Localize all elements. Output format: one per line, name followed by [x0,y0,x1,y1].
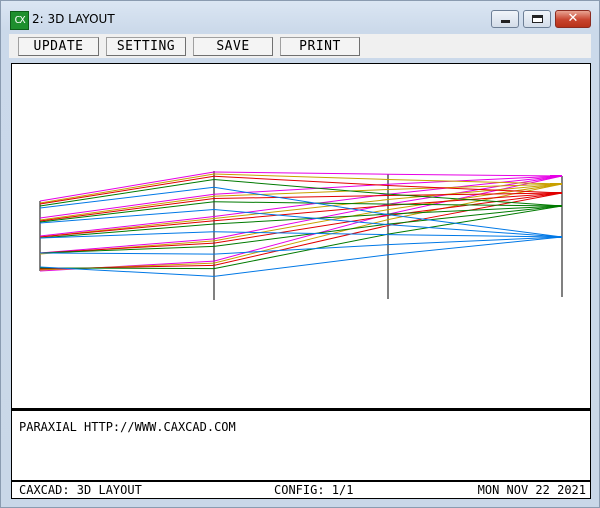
ray-segment [213,219,389,264]
minimize-button[interactable] [491,10,519,28]
minimize-icon [501,20,510,23]
ray-segment [213,179,389,195]
app-window: CX 2: 3D LAYOUT ✕ UPDATE SETTING SAVE PR… [0,0,600,508]
update-button[interactable]: UPDATE [18,37,99,56]
ray-segment [387,192,563,227]
status-bar: CAXCAD: 3D LAYOUT CONFIG: 1/1 MON NOV 22… [11,481,591,499]
ray-segment [387,236,563,246]
ray-segment [213,244,389,255]
ray-segment [213,171,389,175]
ray-trace-drawing [39,171,563,300]
ray-segment [213,209,389,242]
ray-segment [213,225,389,266]
ray-segment [213,186,389,216]
toolbar: UPDATE SETTING SAVE PRINT [9,34,591,58]
close-icon: ✕ [567,11,579,26]
status-config: CONFIG: 1/1 [274,483,354,497]
ray-segment [39,238,215,254]
app-logo-icon: CX [10,11,29,30]
ray-segment [213,223,389,247]
info-panel: PARAXIAL HTTP://WWW.CAXCAD.COM [11,409,591,481]
ray-segment [39,173,215,204]
status-date: MON NOV 22 2021 [477,483,586,497]
close-button[interactable]: ✕ [555,10,591,28]
maximize-icon [532,15,543,23]
status-app-label: CAXCAD: 3D LAYOUT [19,483,142,497]
ray-segment [39,171,215,202]
window-title: 2: 3D LAYOUT [32,12,115,26]
ray-segment [39,252,215,255]
info-text: PARAXIAL HTTP://WWW.CAXCAD.COM [19,420,236,434]
title-bar[interactable]: CX 2: 3D LAYOUT ✕ [1,1,599,34]
maximize-button[interactable] [523,10,551,28]
setting-button[interactable]: SETTING [106,37,186,56]
ray-segment [387,236,563,256]
print-button[interactable]: PRINT [280,37,360,56]
ray-segment [213,173,389,180]
ray-segment [387,214,563,238]
layout-canvas[interactable] [11,63,591,409]
ray-segment [387,173,563,177]
ray-segment [213,254,389,277]
save-button[interactable]: SAVE [193,37,273,56]
ray-segment [213,175,389,186]
